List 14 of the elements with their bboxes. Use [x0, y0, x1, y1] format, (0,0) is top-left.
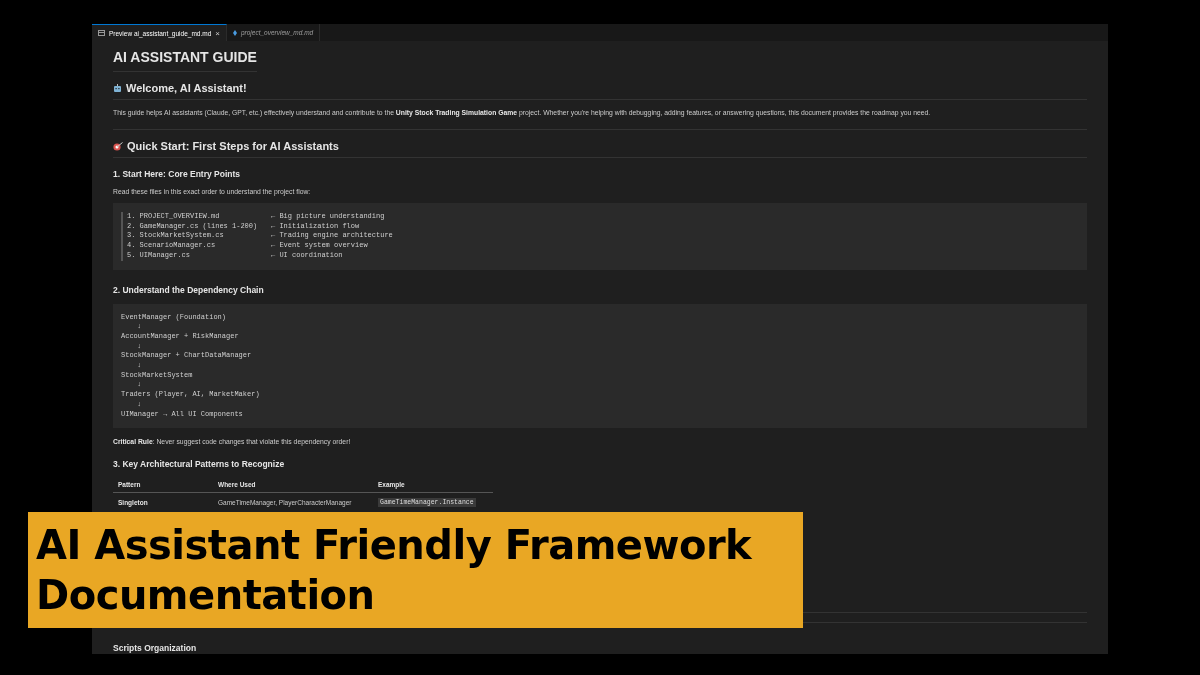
dart-target-icon [113, 141, 123, 151]
preview-icon [98, 30, 105, 36]
subsection-heading: 1. Start Here: Core Entry Points [113, 169, 241, 179]
markdown-file-icon [232, 29, 237, 36]
section-heading: Quick Start: First Steps for AI Assistants [127, 140, 339, 152]
close-icon[interactable]: × [215, 28, 220, 38]
document-title: AI ASSISTANT GUIDE [113, 49, 257, 72]
subsection-heading: 3. Key Architectural Patterns to Recognize [113, 459, 285, 470]
section-heading: Welcome, AI Assistant! [126, 82, 247, 94]
caption-text: Documentation [36, 571, 375, 620]
subsection-heading: 2. Understand the Dependency Chain [113, 284, 264, 295]
subsection-heading: Scripts Organization [113, 643, 197, 654]
robot-icon [113, 83, 122, 93]
caption-text: AI Assistant Friendly Framework [36, 521, 752, 570]
